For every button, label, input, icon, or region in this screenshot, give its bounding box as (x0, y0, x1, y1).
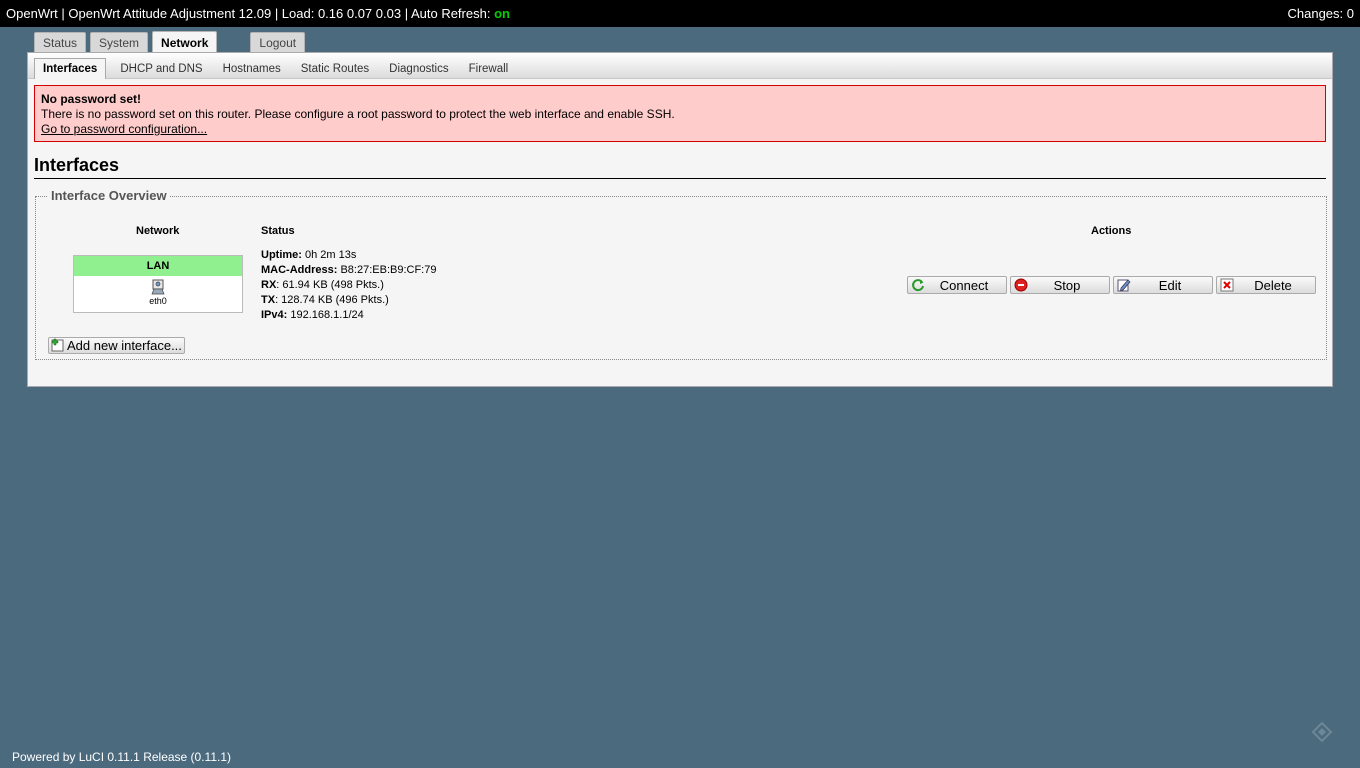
subtab-interfaces[interactable]: Interfaces (34, 58, 107, 79)
stop-icon (1014, 278, 1028, 292)
add-icon (51, 338, 64, 352)
edit-button[interactable]: Edit (1113, 276, 1213, 294)
interface-overview: Interface Overview Network Status Action… (35, 188, 1327, 360)
tab-status[interactable]: Status (34, 32, 87, 53)
status-ipv4: IPv4: 192.168.1.1/24 (261, 309, 364, 321)
subtab-firewall[interactable]: Firewall (459, 58, 519, 79)
content-panel: Interfaces DHCP and DNS Hostnames Static… (27, 52, 1333, 387)
edit-icon (1117, 279, 1131, 292)
interface-actions: Connect Stop Edit Delete (907, 276, 1319, 294)
status-mac: MAC-Address: B8:27:EB:B9:CF:79 (261, 264, 437, 276)
col-header-network: Network (136, 225, 180, 237)
status-rx: RX: 61.94 KB (498 Pkts.) (261, 279, 384, 291)
auto-refresh-toggle[interactable]: on (494, 6, 510, 21)
footer-text: Powered by LuCI 0.11.1 Release (0.11.1) (12, 750, 232, 764)
tab-logout[interactable]: Logout (250, 32, 306, 53)
page-title: Interfaces (34, 155, 1326, 179)
reload-icon (912, 279, 924, 292)
ethernet-port-icon (151, 279, 165, 295)
fieldset-legend: Interface Overview (48, 188, 170, 203)
alert-message: There is no password set on this router.… (41, 107, 675, 121)
password-config-link[interactable]: Go to password configuration... (41, 122, 207, 136)
interface-name: LAN (74, 256, 242, 276)
subtab-hostnames[interactable]: Hostnames (213, 58, 291, 79)
main-menu: Status System Network Logout (34, 31, 309, 53)
subtab-static-routes[interactable]: Static Routes (291, 58, 379, 79)
password-warning: No password set! There is no password se… (34, 85, 1326, 142)
tab-system[interactable]: System (90, 32, 149, 53)
header-title: OpenWrt | OpenWrt Attitude Adjustment 12… (6, 6, 510, 21)
delete-icon (1220, 278, 1234, 292)
top-header-bar: OpenWrt | OpenWrt Attitude Adjustment 12… (0, 0, 1360, 27)
connect-button[interactable]: Connect (907, 276, 1007, 294)
interface-device: eth0 (149, 296, 167, 306)
alert-title: No password set! (41, 92, 142, 106)
changes-counter[interactable]: Changes: 0 (1288, 6, 1355, 21)
stop-button[interactable]: Stop (1010, 276, 1110, 294)
add-interface-button[interactable]: Add new interface... (48, 337, 185, 354)
interface-badge: LAN eth0 (73, 255, 243, 313)
sub-menu: Interfaces DHCP and DNS Hostnames Static… (28, 53, 1332, 79)
interface-status: Uptime: 0h 2m 13s MAC-Address: B8:27:EB:… (261, 248, 436, 323)
tab-network[interactable]: Network (152, 31, 218, 53)
col-header-actions: Actions (1091, 225, 1132, 237)
status-tx: TX: 128.74 KB (496 Pkts.) (261, 294, 389, 306)
subtab-dhcp-dns[interactable]: DHCP and DNS (110, 58, 212, 79)
status-uptime: Uptime: 0h 2m 13s (261, 249, 357, 261)
col-header-status: Status (261, 225, 295, 237)
tag-icon (1311, 721, 1333, 743)
subtab-diagnostics[interactable]: Diagnostics (379, 58, 458, 79)
delete-button[interactable]: Delete (1216, 276, 1316, 294)
